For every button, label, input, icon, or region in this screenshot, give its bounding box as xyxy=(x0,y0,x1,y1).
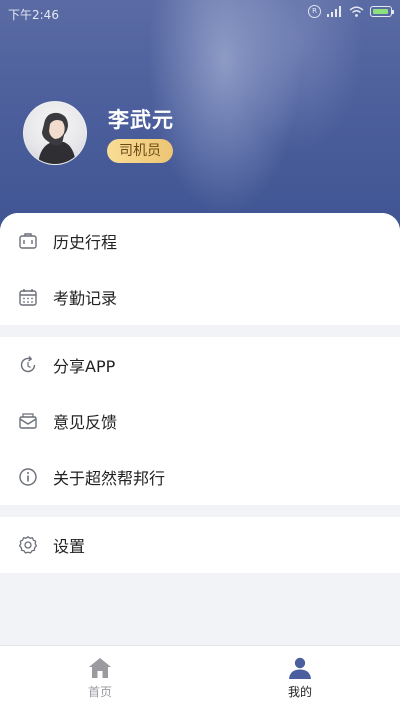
menu-card: 历史行程 考勤记录 分享APP 意见反馈 关于超然帮邦行 设置 xyxy=(0,213,400,645)
avatar-portrait-icon xyxy=(38,112,76,164)
menu-item-feedback[interactable]: 意见反馈 xyxy=(0,393,400,449)
menu-item-share-app[interactable]: 分享APP xyxy=(0,337,400,393)
tab-home-label: 首页 xyxy=(87,685,112,699)
menu-item-attendance[interactable]: 考勤记录 xyxy=(0,269,400,325)
tab-me-label: 我的 xyxy=(287,685,312,699)
user-icon xyxy=(289,657,311,679)
role-badge: 司机员 xyxy=(107,139,173,163)
menu-section-settings: 设置 xyxy=(0,517,400,573)
r-badge-icon: R xyxy=(308,5,321,18)
menu-item-history-trips[interactable]: 历史行程 xyxy=(0,213,400,269)
battery-icon xyxy=(370,6,394,17)
suitcase-icon xyxy=(18,231,38,251)
user-name: 李武元 xyxy=(108,108,174,132)
menu-label-settings: 设置 xyxy=(53,537,86,556)
menu-label-feedback: 意见反馈 xyxy=(53,413,118,432)
menu-section-trips: 历史行程 考勤记录 xyxy=(0,213,400,325)
section-divider xyxy=(0,505,400,517)
gear-icon xyxy=(18,535,38,555)
status-time: 下午2:46 xyxy=(8,8,59,22)
signal-icon xyxy=(327,6,341,17)
menu-label-share-app: 分享APP xyxy=(53,357,116,376)
status-bar: 下午2:46 R xyxy=(0,0,400,28)
menu-label-history-trips: 历史行程 xyxy=(53,233,118,252)
avatar[interactable] xyxy=(23,101,87,165)
tab-me[interactable]: 我的 xyxy=(200,646,400,712)
menu-label-attendance: 考勤记录 xyxy=(53,289,118,308)
home-icon xyxy=(89,658,111,678)
profile-header: 下午2:46 R 李武元 司机员 xyxy=(0,0,400,240)
menu-item-about[interactable]: 关于超然帮邦行 xyxy=(0,449,400,505)
info-icon xyxy=(18,467,38,487)
wifi-icon xyxy=(349,6,364,17)
menu-section-app: 分享APP 意见反馈 关于超然帮邦行 xyxy=(0,337,400,505)
feedback-envelope-icon xyxy=(18,411,38,431)
bottom-tab-bar: 首页 我的 xyxy=(0,645,400,712)
section-divider xyxy=(0,325,400,337)
tab-home[interactable]: 首页 xyxy=(0,646,200,712)
menu-label-about: 关于超然帮邦行 xyxy=(53,469,166,488)
share-refresh-icon xyxy=(18,355,38,375)
calendar-icon xyxy=(18,287,38,307)
menu-item-settings[interactable]: 设置 xyxy=(0,517,400,573)
status-icons: R xyxy=(308,5,394,18)
